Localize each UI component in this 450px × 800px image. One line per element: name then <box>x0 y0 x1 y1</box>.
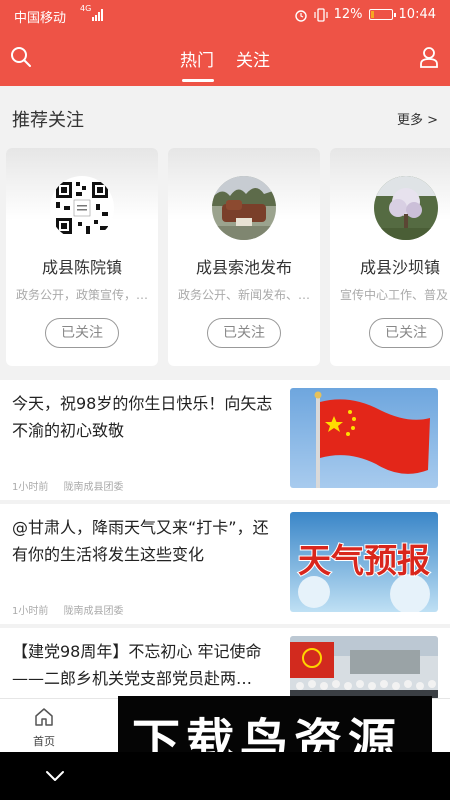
recommend-header: 推荐关注 更多 > <box>0 86 450 148</box>
news-headline: @甘肃人，降雨天气又来“打卡”，还有你的生活将发生这些变化 <box>12 518 269 564</box>
battery-percent: 12% <box>333 7 363 22</box>
account-name: 成县索池发布 <box>195 258 292 277</box>
vibrate-icon <box>314 7 328 22</box>
app-header: 热门 关注 <box>0 32 450 86</box>
news-source: 陇南成县团委 <box>63 482 124 493</box>
news-time: 1小时前 <box>12 606 49 617</box>
news-item[interactable]: @甘肃人，降雨天气又来“打卡”，还有你的生活将发生这些变化 1小时前 陇南成县团… <box>0 504 450 624</box>
followed-button[interactable]: 已关注 <box>207 318 281 348</box>
news-headline: 【建党98周年】不忘初心 牢记使命——二郎乡机关党支部党员赴两… <box>12 642 262 688</box>
account-avatar <box>374 176 438 240</box>
recommend-cards: 成县陈院镇 政务公开，政策宣传，… 已关注 成县索池发布 政务公开、新闻发布、…… <box>0 148 450 366</box>
account-name: 成县沙坝镇 <box>359 258 440 277</box>
news-time: 1小时前 <box>12 482 49 493</box>
flag-image <box>290 388 438 488</box>
account-desc: 政务公开、新闻发布、… <box>178 288 311 302</box>
account-card[interactable]: 成县索池发布 政务公开、新闻发布、… 已关注 <box>168 148 320 366</box>
qr-code-avatar <box>50 176 114 240</box>
account-desc: 政务公开，政策宣传，… <box>16 288 149 302</box>
followed-button[interactable]: 已关注 <box>369 318 443 348</box>
followed-button[interactable]: 已关注 <box>45 318 119 348</box>
carrier-label: 中国移动 <box>14 11 67 26</box>
system-nav-bar <box>0 752 450 800</box>
party-event-image <box>290 636 438 700</box>
account-desc: 宣传中心工作、普及 <box>340 288 449 302</box>
weather-forecast-text: 天气预报 <box>298 541 430 580</box>
user-icon[interactable] <box>418 46 440 68</box>
recommend-title: 推荐关注 <box>12 110 84 131</box>
news-meta: 1小时前 陇南成县团委 <box>12 478 136 493</box>
battery-icon <box>368 9 396 20</box>
network-type: 4G <box>80 4 92 13</box>
chevron-down-icon[interactable] <box>44 766 66 786</box>
news-source: 陇南成县团委 <box>63 606 124 617</box>
signal-icon <box>92 9 103 21</box>
account-name: 成县陈院镇 <box>41 258 122 277</box>
status-bar: 中国移动 4G 12% 10:44 <box>0 0 450 32</box>
tab-hot[interactable]: 热门 <box>180 46 214 71</box>
nav-home[interactable]: 首页 <box>22 707 66 749</box>
news-headline: 今天，祝98岁的你生日快乐！向矢志不渝的初心致敬 <box>12 394 273 440</box>
tab-follow[interactable]: 关注 <box>236 46 270 71</box>
active-tab-indicator <box>182 79 214 82</box>
account-card[interactable]: 成县陈院镇 政务公开，政策宣传，… 已关注 <box>6 148 158 366</box>
news-meta: 1小时前 陇南成县团委 <box>12 602 136 617</box>
nav-home-label: 首页 <box>33 735 55 748</box>
news-item[interactable]: 今天，祝98岁的你生日快乐！向矢志不渝的初心致敬 1小时前 陇南成县团委 <box>0 380 450 500</box>
weather-forecast-image: 天气预报 <box>290 512 438 612</box>
clock: 10:44 <box>398 7 436 22</box>
search-icon[interactable] <box>10 46 32 68</box>
news-item[interactable]: 【建党98周年】不忘初心 牢记使命——二郎乡机关党支部党员赴两… <box>0 628 450 700</box>
account-avatar <box>212 176 276 240</box>
home-icon <box>35 708 53 726</box>
alarm-icon <box>294 9 307 22</box>
more-link[interactable]: 更多 > <box>397 109 438 128</box>
account-card[interactable]: 成县沙坝镇 宣传中心工作、普及 已关注 <box>330 148 450 366</box>
